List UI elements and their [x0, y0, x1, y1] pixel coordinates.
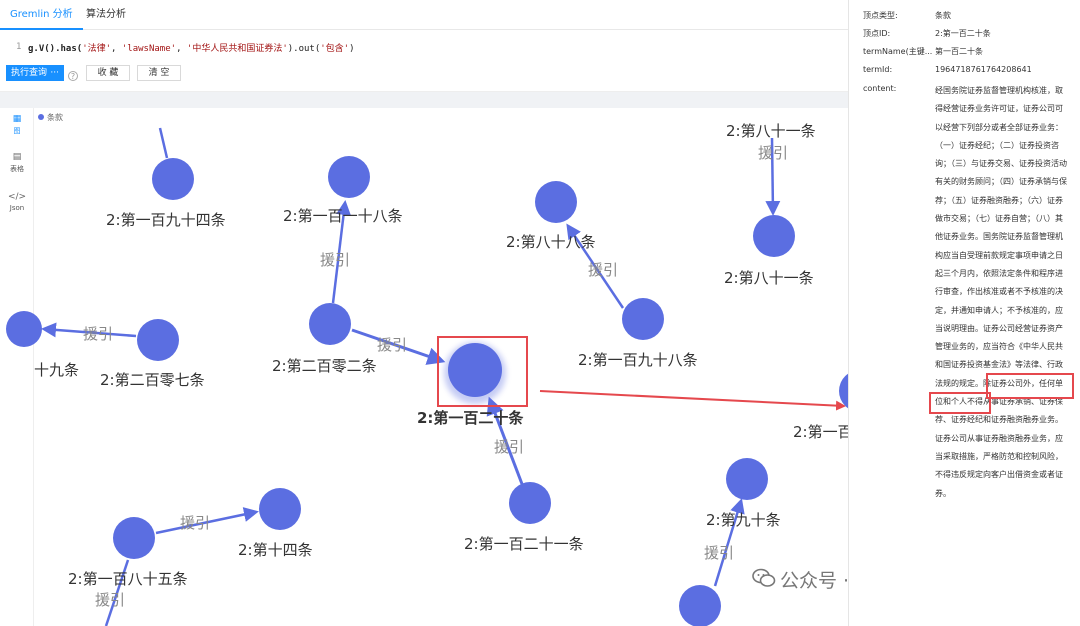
- clear-button[interactable]: 清 空: [137, 65, 181, 81]
- tab-gremlin[interactable]: Gremlin 分析: [0, 0, 83, 30]
- graph-node[interactable]: [6, 311, 42, 347]
- edge-label: 援引: [180, 514, 210, 532]
- graph-node[interactable]: [309, 303, 351, 345]
- graph-node[interactable]: [622, 298, 664, 340]
- node-label: 2:第一百九十八条: [578, 351, 698, 369]
- graph-node-focused[interactable]: [448, 343, 502, 397]
- highlight-box: [929, 392, 991, 414]
- node-label: 2:第一百九十四条: [106, 211, 226, 229]
- graph-node[interactable]: [113, 517, 155, 559]
- graph-node[interactable]: [535, 181, 577, 223]
- node-label: 2:第二百零二条: [272, 357, 377, 375]
- graph-node[interactable]: [679, 585, 721, 626]
- query-arg-edge: '包含': [320, 44, 350, 54]
- node-label: 2:第八十一条: [726, 122, 816, 140]
- graph-edge[interactable]: [158, 127, 169, 159]
- edge-label: 援引: [95, 591, 125, 609]
- edge-label: 援引: [83, 325, 113, 343]
- query-prefix: g.V().has(: [28, 44, 83, 54]
- detail-content-text: 经国务院证券监督管理机构核准，取得经营证券业务许可证，证券公司可以经营下列部分或…: [935, 86, 1067, 498]
- graph-node[interactable]: [726, 458, 768, 500]
- tab-bar: Gremlin 分析 算法分析: [0, 0, 848, 30]
- node-label-focused: 2:第一百二十条: [417, 409, 524, 427]
- graph-node[interactable]: [259, 488, 301, 530]
- graph-node[interactable]: [328, 156, 370, 198]
- graph-node[interactable]: [152, 158, 194, 200]
- edge-label: 援引: [377, 336, 407, 354]
- detail-key: 顶点类型:: [863, 11, 898, 20]
- node-label: 2:第二百零七条: [100, 371, 205, 389]
- save-button[interactable]: 收 藏: [86, 65, 130, 81]
- query-code[interactable]: g.V().has('法律', 'lawsName', '中华人民共和国证券法'…: [28, 41, 355, 54]
- detail-value: 1964718761764208641: [935, 65, 1032, 74]
- edge-label: 援引: [494, 438, 524, 456]
- query-arg-label: '法律': [82, 44, 112, 54]
- detail-key: 顶点ID:: [863, 29, 891, 38]
- run-query-button[interactable]: 执行查询 ···: [6, 65, 64, 81]
- query-arg-key: 'lawsName': [121, 44, 177, 54]
- graph-node[interactable]: [509, 482, 551, 524]
- node-label: 2:第一百八十五条: [68, 570, 188, 588]
- node-label: 2:第十四条: [238, 541, 313, 559]
- help-icon[interactable]: ?: [68, 71, 78, 81]
- tab-algorithm[interactable]: 算法分析: [76, 0, 136, 30]
- detail-value: 第一百二十条: [935, 47, 983, 56]
- detail-key: content:: [863, 84, 897, 93]
- detail-key: termId:: [863, 65, 893, 74]
- detail-value: 2:第一百二十条: [935, 29, 991, 38]
- node-label: 2:第八十一条: [724, 269, 814, 287]
- line-number: 1: [16, 42, 22, 52]
- wechat-icon: [752, 568, 776, 587]
- graph-canvas[interactable]: 援引 援引 援引 援引 援引 援引 援引 援引 援引 2:第一百九十四条 2:第…: [0, 108, 848, 626]
- graph-panel[interactable]: ▦ 图 ▤ 表格 </> Json 条款 援引 援引 援引 援引 援引 援引 援…: [0, 108, 848, 626]
- node-label: 2:第一百一十八条: [283, 207, 403, 225]
- edge-label: 援引: [588, 261, 618, 279]
- query-toolbar: 执行查询 ··· ? 收 藏 清 空: [0, 62, 848, 92]
- query-arg-value: '中华人民共和国证券法': [186, 44, 288, 54]
- node-label: 十九条: [34, 361, 79, 379]
- detail-key: termName(主键...: [863, 47, 933, 56]
- page: Gremlin 分析 算法分析 1 g.V().has('法律', 'lawsN…: [0, 0, 1080, 626]
- run-query-label: 执行查询: [11, 68, 48, 78]
- node-label: 2:第一百: [793, 423, 848, 441]
- node-label: 2:第九十条: [706, 511, 781, 529]
- highlight-arrow: [539, 390, 846, 411]
- query-suffix: ): [349, 44, 355, 54]
- detail-value: 条款: [935, 11, 951, 20]
- highlight-box: [986, 373, 1074, 399]
- edge-label: 援引: [704, 544, 734, 562]
- edge-label: 援引: [320, 251, 350, 269]
- node-label: 2:第一百二十一条: [464, 535, 584, 553]
- graph-node[interactable]: [137, 319, 179, 361]
- node-label: 2:第八十八条: [506, 233, 596, 251]
- run-more-icon[interactable]: ···: [50, 66, 59, 80]
- query-out: ).out(: [287, 44, 321, 54]
- edge-label: 援引: [758, 144, 788, 162]
- vertex-detail-panel: 顶点类型: 条款 顶点ID: 2:第一百二十条 termName(主键... 第一百二…: [848, 0, 1080, 626]
- graph-node[interactable]: [753, 215, 795, 257]
